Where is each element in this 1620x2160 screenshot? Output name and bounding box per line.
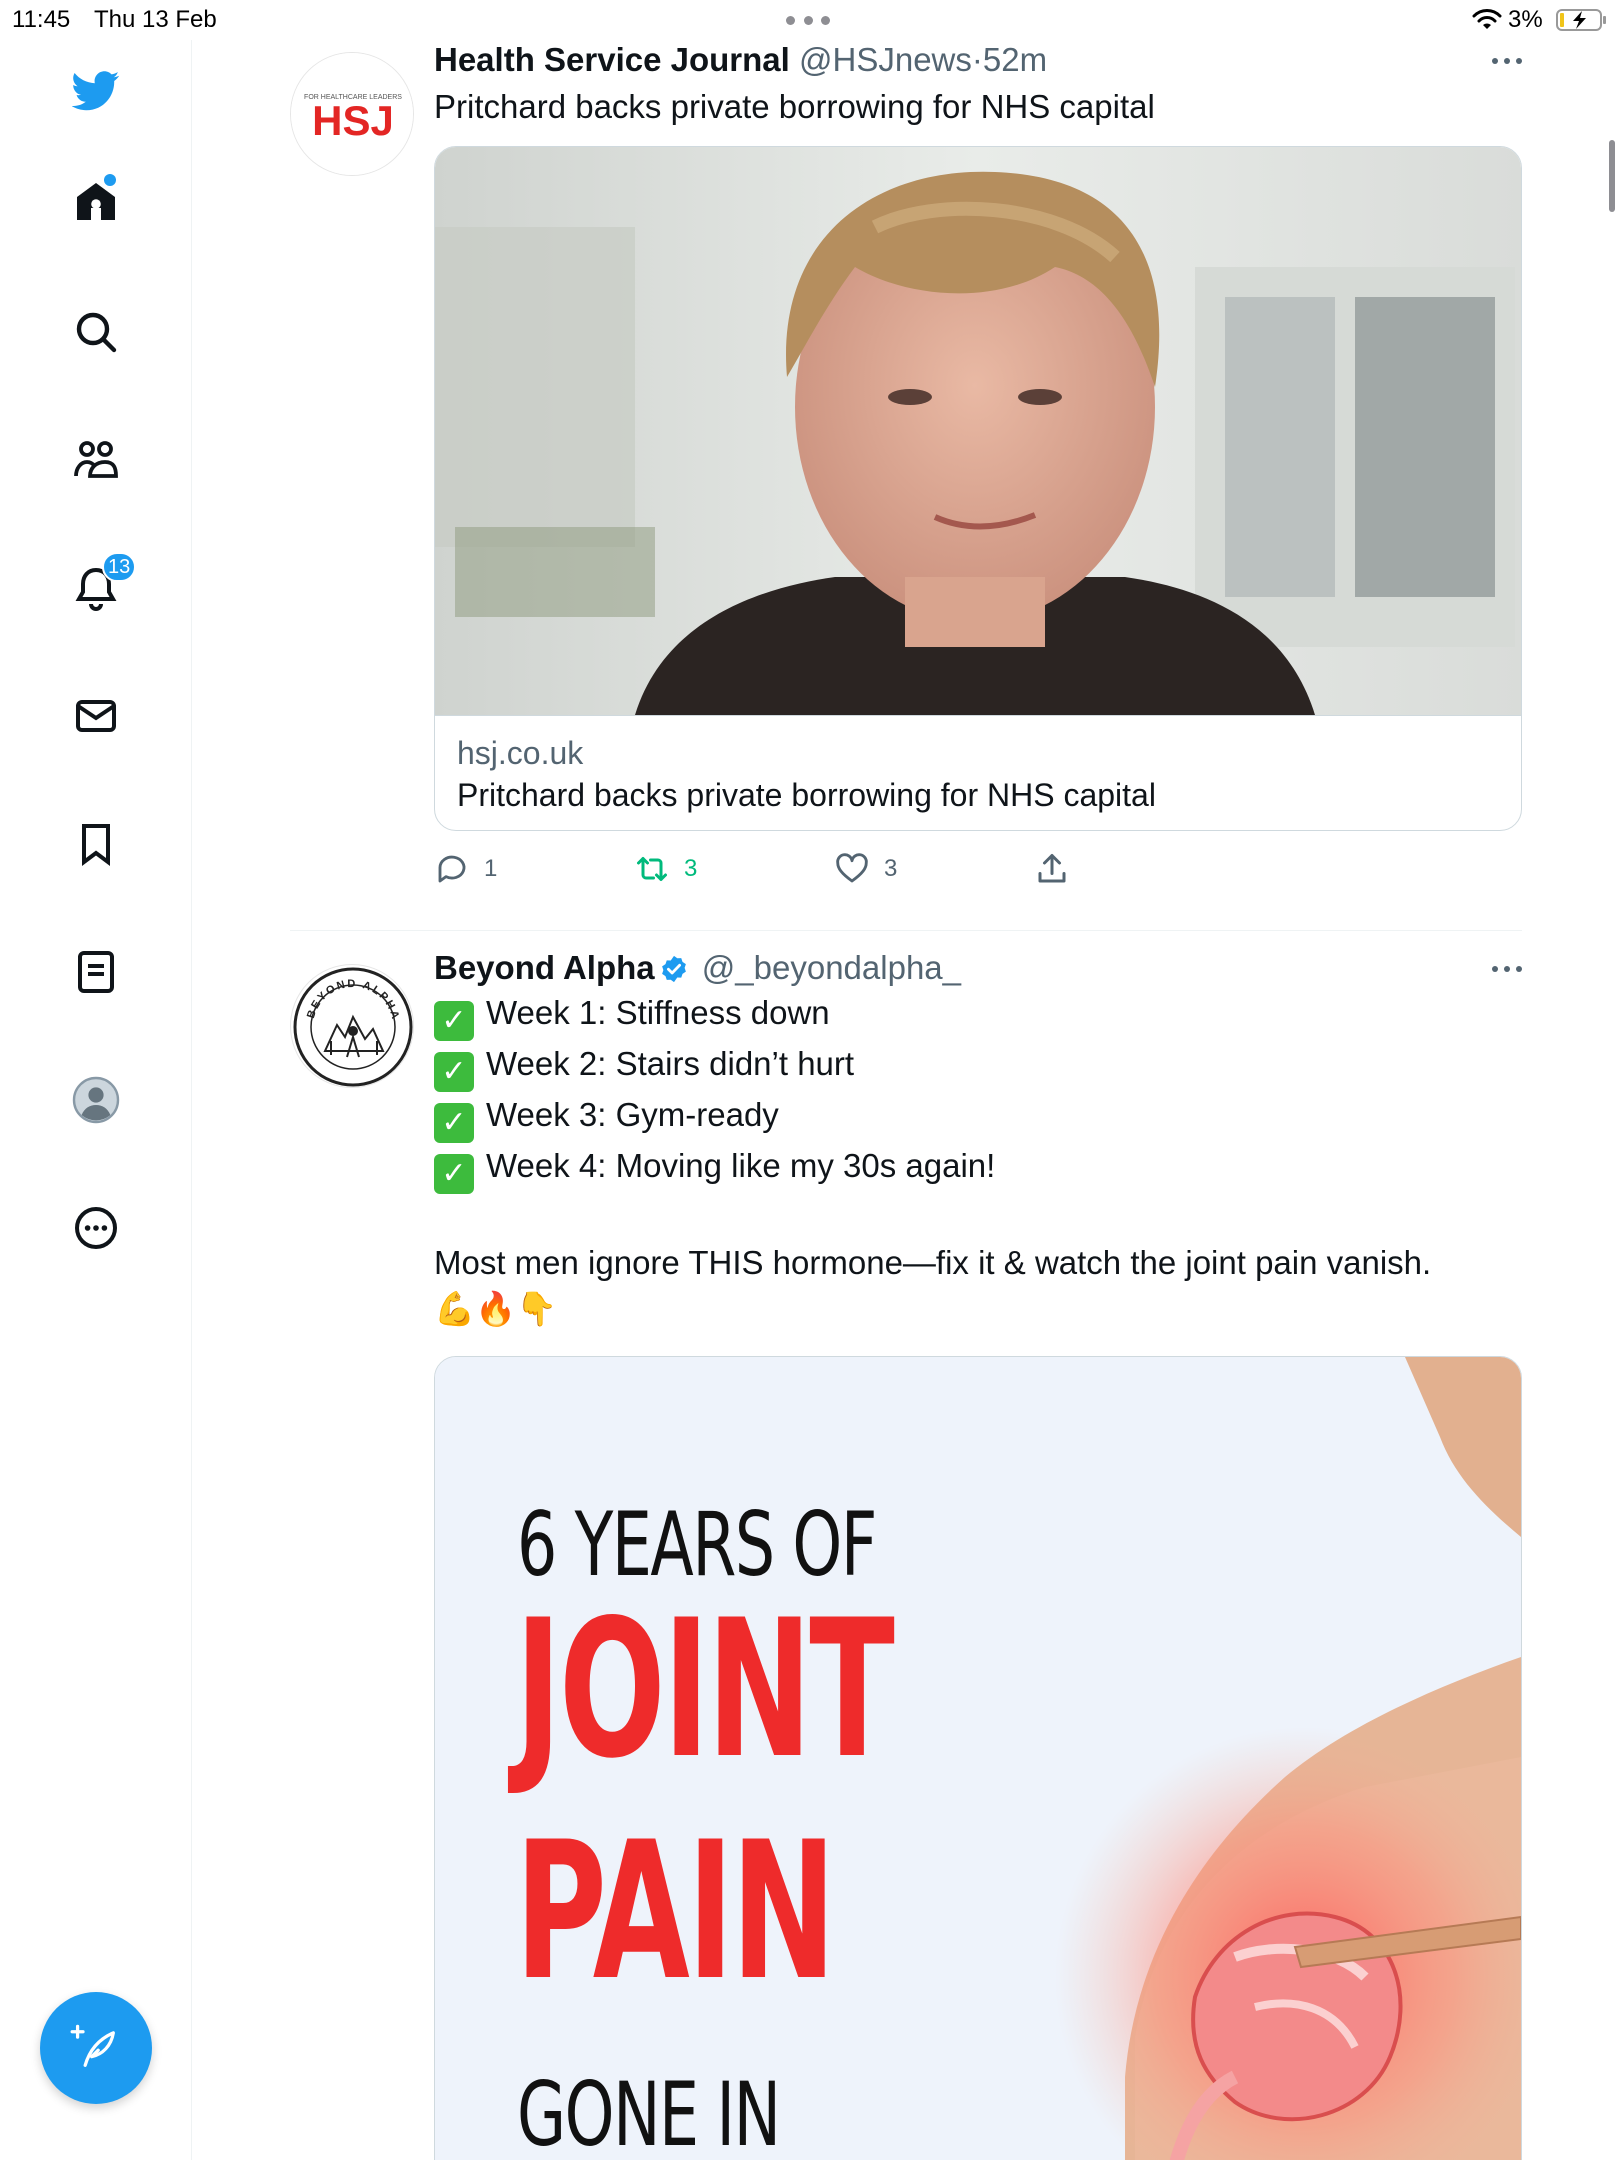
- share-button[interactable]: [1034, 851, 1070, 887]
- check-mark-icon: ✓: [434, 1052, 474, 1092]
- display-name[interactable]: Health Service Journal: [434, 41, 790, 78]
- status-time: 11:45: [12, 6, 71, 33]
- sidebar-item-notifications[interactable]: 13: [66, 552, 137, 618]
- sidebar-item-profile[interactable]: [66, 1070, 126, 1130]
- checklist-line: ✓ Week 4: Moving like my 30s again!: [434, 1143, 1522, 1194]
- sidebar-item-communities[interactable]: [66, 430, 126, 490]
- sidebar: 13: [0, 40, 192, 2160]
- tweet-header: Beyond Alpha @_beyondalpha_: [434, 948, 1522, 988]
- handle[interactable]: @_beyondalpha_: [702, 949, 961, 986]
- hsj-logo: FOR HEALTHCARE LEADERS HSJ: [291, 53, 413, 175]
- beyond-alpha-logo: BEYOND ALPHA: [293, 967, 413, 1087]
- scrollbar[interactable]: [1609, 140, 1615, 212]
- sidebar-item-explore[interactable]: [66, 302, 126, 362]
- communities-icon: [74, 441, 118, 478]
- notification-badge: 13: [102, 552, 137, 582]
- status-date: Thu 13 Feb: [94, 6, 217, 33]
- retweet-count: 3: [684, 855, 698, 882]
- handle[interactable]: @HSJnews: [799, 41, 972, 78]
- multitasking-dots-icon[interactable]: [786, 16, 830, 26]
- sidebar-item-bookmarks[interactable]: [66, 814, 126, 874]
- envelope-icon: [76, 700, 116, 732]
- reply-button[interactable]: 1: [434, 851, 497, 887]
- battery-charging-icon: [1556, 9, 1606, 31]
- heart-icon: [836, 853, 868, 883]
- reply-icon: [438, 855, 466, 883]
- retweet-icon: [637, 857, 667, 881]
- retweet-button[interactable]: 3: [634, 851, 697, 887]
- tweet-text: ✓ Week 1: Stiffness down ✓ Week 2: Stairs …: [434, 990, 1522, 1332]
- tweet[interactable]: FOR HEALTHCARE LEADERS HSJ Health Servic…: [290, 40, 1522, 931]
- promo-image[interactable]: 6 YEARS OF JOINT PAIN GONE IN: [434, 1356, 1522, 2160]
- ad-line-4: GONE IN: [517, 2063, 781, 2160]
- status-bar: 11:45 Thu 13 Feb 3%: [0, 0, 1620, 40]
- checklist-line: ✓ Week 1: Stiffness down: [434, 990, 1522, 1041]
- display-name[interactable]: Beyond Alpha: [434, 949, 655, 986]
- more-options-icon[interactable]: [1492, 58, 1522, 66]
- tweet-text: Pritchard backs private borrowing for NH…: [434, 88, 1155, 125]
- battery-percent: 3%: [1508, 6, 1543, 33]
- share-icon: [1038, 854, 1066, 883]
- link-domain: hsj.co.uk: [457, 735, 584, 771]
- tweet-actions: 1 3 3: [434, 851, 1522, 899]
- tweet-divider: [290, 930, 1522, 931]
- link-card-meta: hsj.co.uk Pritchard backs private borrow…: [435, 715, 1521, 830]
- check-mark-icon: ✓: [434, 1154, 474, 1194]
- lists-icon: [78, 951, 114, 993]
- sidebar-item-more[interactable]: [66, 1198, 126, 1258]
- hsj-avatar[interactable]: FOR HEALTHCARE LEADERS HSJ: [290, 52, 414, 176]
- check-mark-icon: ✓: [434, 1001, 474, 1041]
- wifi-icon: [1472, 9, 1502, 29]
- beyond-alpha-avatar[interactable]: BEYOND ALPHA: [290, 964, 414, 1088]
- link-title: Pritchard backs private borrowing for NH…: [457, 777, 1156, 813]
- emoji-line: 💪🔥👇: [434, 1289, 558, 1328]
- sidebar-item-home[interactable]: [66, 172, 126, 232]
- like-button[interactable]: 3: [834, 851, 897, 887]
- ad-line-3: PAIN: [515, 1801, 836, 2022]
- more-circle-icon: [75, 1207, 117, 1249]
- sidebar-item-messages[interactable]: [66, 686, 126, 746]
- separator: ·: [971, 41, 983, 78]
- link-card-image: [435, 147, 1521, 715]
- link-card[interactable]: hsj.co.uk Pritchard backs private borrow…: [434, 146, 1522, 831]
- reply-count: 1: [484, 855, 498, 882]
- check-mark-icon: ✓: [434, 1103, 474, 1143]
- feather-plus-icon: [70, 2024, 115, 2067]
- twitter-logo-icon[interactable]: [66, 60, 126, 120]
- bookmark-icon: [82, 824, 110, 866]
- compose-tweet-button[interactable]: [40, 1992, 152, 2104]
- tweet[interactable]: BEYOND ALPHA Beyond Alpha @_beyondalpha_…: [290, 948, 1522, 2160]
- svg-text:HSJ: HSJ: [312, 97, 394, 144]
- checklist-line: ✓ Week 3: Gym-ready: [434, 1092, 1522, 1143]
- tweet-paragraph: Most men ignore THIS hormone—fix it & wa…: [434, 1244, 1432, 1281]
- more-options-icon[interactable]: [1492, 966, 1522, 974]
- sidebar-item-lists[interactable]: [66, 942, 126, 1002]
- timestamp[interactable]: 52m: [983, 41, 1047, 78]
- like-count: 3: [884, 855, 898, 882]
- unread-dot: [104, 174, 116, 186]
- checklist-line: ✓ Week 2: Stairs didn’t hurt: [434, 1041, 1522, 1092]
- profile-avatar-icon: [72, 1076, 120, 1124]
- search-icon: [76, 312, 117, 353]
- ad-line-2: JOINT: [515, 1579, 895, 1800]
- tweet-header: Health Service Journal @HSJnews·52m: [434, 40, 1522, 80]
- verified-badge-icon: [661, 955, 686, 983]
